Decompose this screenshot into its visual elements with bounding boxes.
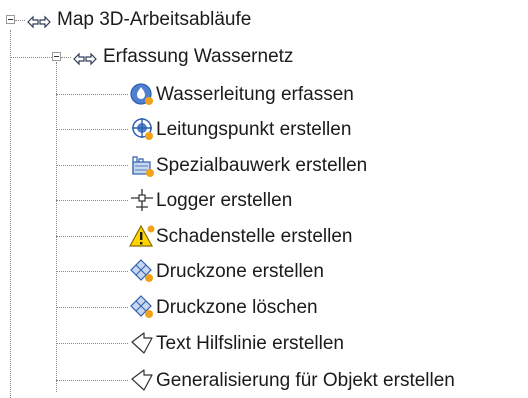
tree-group-label: Erfassung Wassernetz: [103, 46, 294, 67]
water-pipe-icon: [130, 83, 153, 105]
damage-warning-icon: [128, 224, 155, 247]
tree-item-label: Logger erstellen: [156, 190, 293, 211]
tree-line-item: [56, 200, 128, 201]
generalize-object-icon: [131, 369, 153, 391]
collapse-toggle-group[interactable]: [52, 52, 61, 61]
tree-line-item: [56, 236, 128, 237]
pipe-point-icon: [132, 118, 153, 140]
tree-root-label: Map 3D-Arbeitsabläufe: [57, 9, 252, 30]
workflow-icon: [27, 15, 51, 29]
tree-line-item: [56, 343, 128, 344]
tree-item-label: Wasserleitung erfassen: [156, 84, 354, 105]
tree-item-label: Generalisierung für Objekt erstellen: [156, 370, 455, 391]
pressure-zone-delete-icon: [130, 295, 153, 318]
collapse-toggle-root[interactable]: [6, 15, 15, 24]
tree-line-item: [56, 380, 128, 381]
tree-item-label: Leitungspunkt erstellen: [156, 119, 352, 140]
tree-item-label: Druckzone erstellen: [156, 261, 324, 282]
logger-icon: [131, 189, 153, 211]
tree-item-label: Schadenstelle erstellen: [156, 226, 353, 247]
tree-line-root-horizontal: [15, 20, 25, 21]
tree-line-item: [56, 307, 128, 308]
tree-item-label: Spezialbauwerk erstellen: [156, 155, 368, 176]
tree-line-item: [56, 271, 128, 272]
tree-line-item: [56, 165, 128, 166]
tree-line-root-vertical: [10, 30, 11, 398]
workflow-icon: [73, 52, 97, 66]
special-structure-icon: [132, 156, 154, 177]
tree-line-group-connector: [61, 57, 71, 58]
text-guideline-icon: [131, 332, 153, 354]
tree-line-item: [56, 129, 128, 130]
pressure-zone-icon: [130, 259, 153, 282]
tree-item-label: Druckzone löschen: [156, 297, 318, 318]
tree-item-label: Text Hilfslinie erstellen: [156, 333, 344, 354]
tree-line-item: [56, 94, 128, 95]
tree-line-group-horizontal: [10, 57, 52, 58]
